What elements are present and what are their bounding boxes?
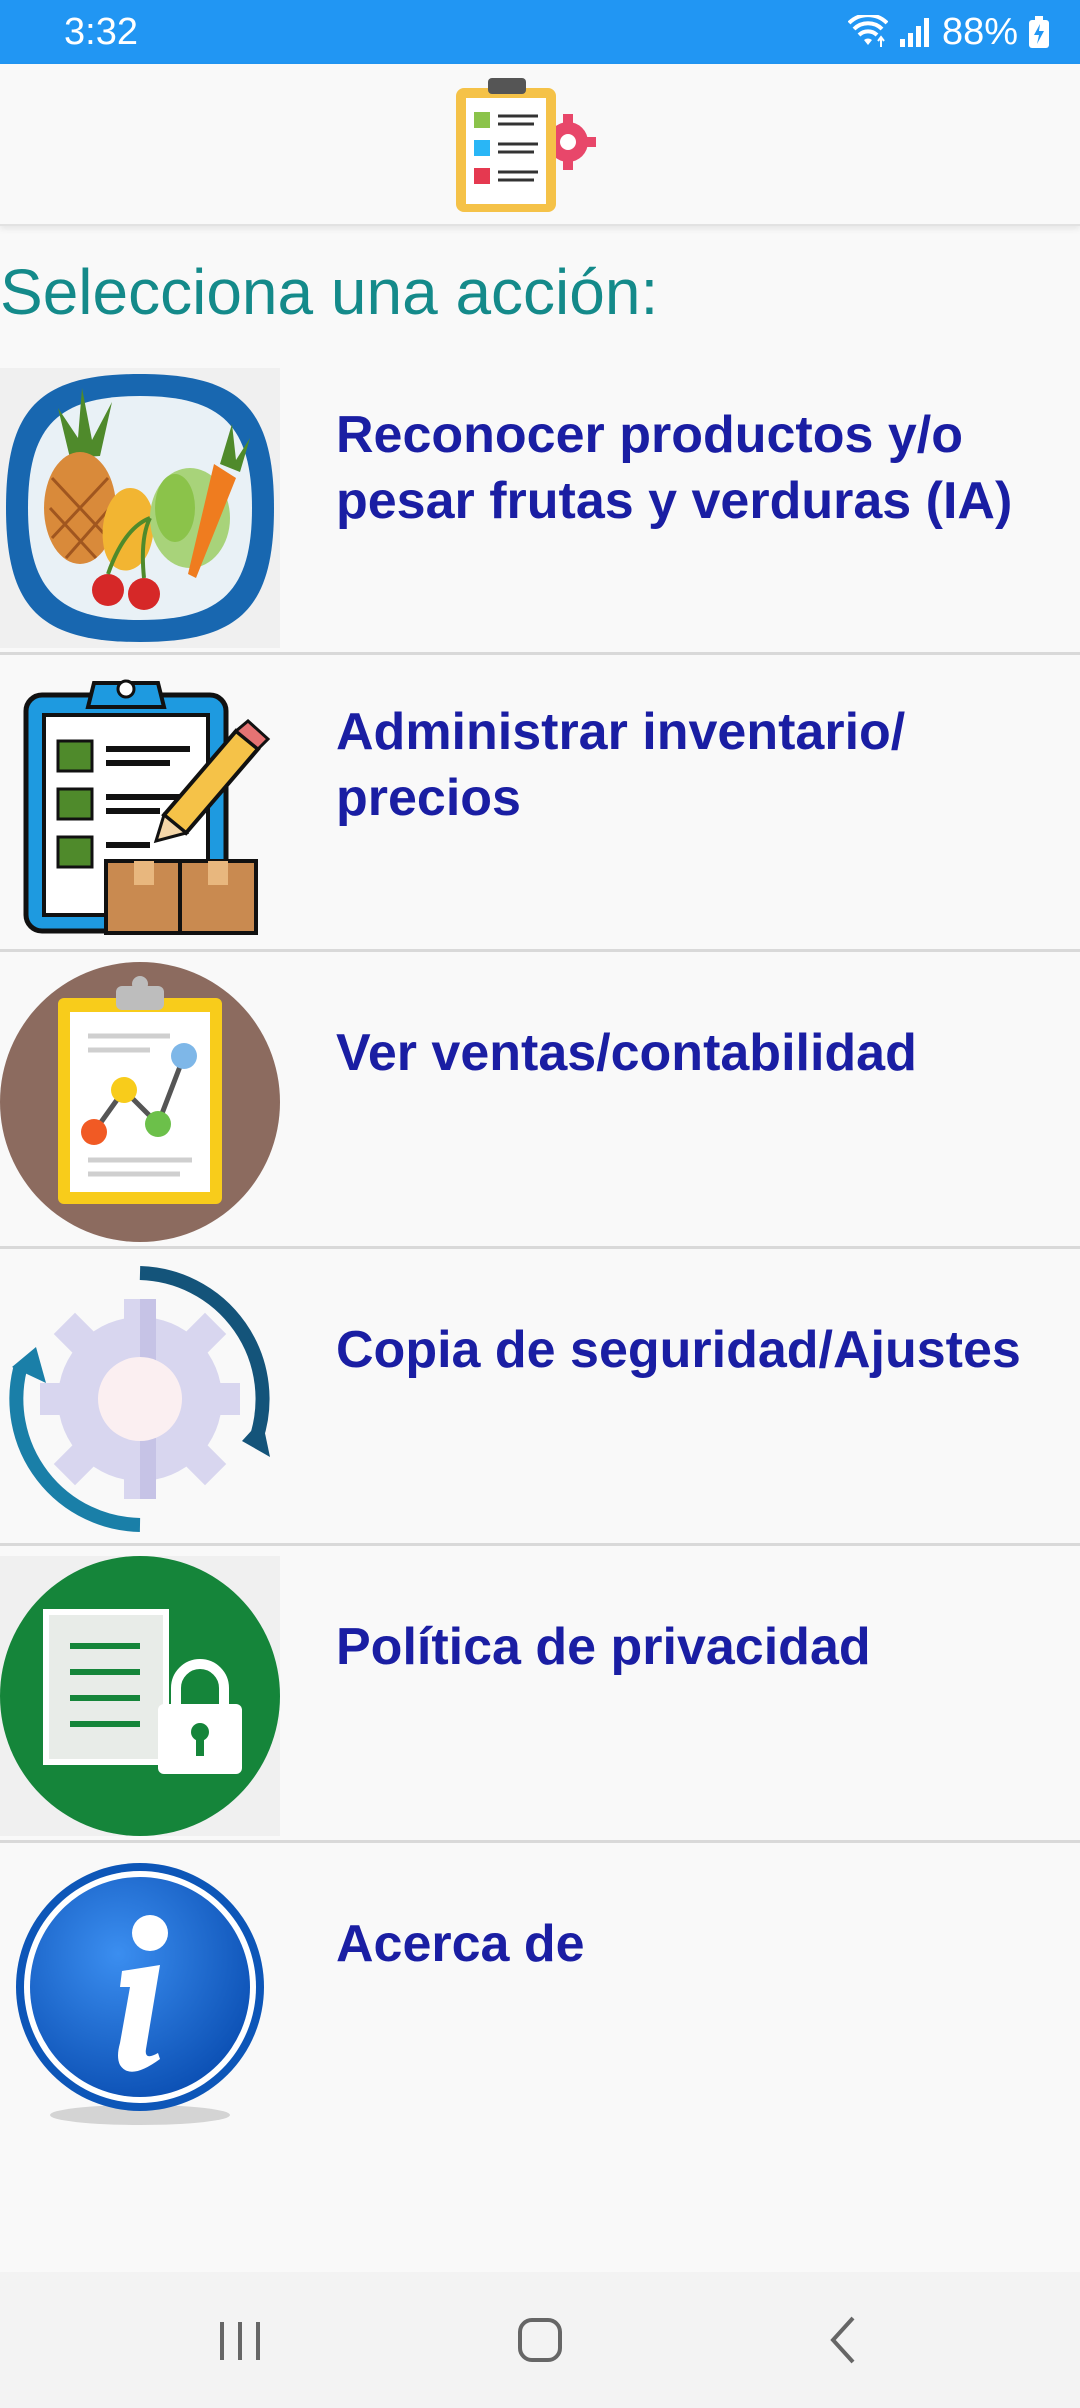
privacy-lock-icon (0, 1556, 280, 1836)
menu-item-sales[interactable]: Ver ventas/contabilidad (0, 952, 1080, 1249)
status-bar: 3:32 88% (0, 0, 1080, 64)
backup-settings-icon (9, 1266, 270, 1532)
menu-item-label: Política de privacidad (336, 1618, 871, 1676)
sales-chart-icon (0, 962, 280, 1242)
battery-charging-icon (1029, 16, 1049, 48)
menu-item-label: Administrar inventario/ precios (336, 703, 906, 827)
back-button[interactable] (795, 2300, 895, 2380)
action-menu: Reconocer productos y/o pesar frutas y v… (0, 358, 1080, 2140)
menu-item-label: Ver ventas/contabilidad (336, 1024, 917, 1082)
menu-item-backup-settings[interactable]: Copia de seguridad/Ajustes (0, 1249, 1080, 1546)
checklist-gear-icon (456, 78, 596, 212)
system-nav-bar (0, 2272, 1080, 2408)
menu-item-privacy-policy[interactable]: Política de privacidad (0, 1546, 1080, 1843)
signal-icon (899, 18, 929, 47)
page-title: Selecciona una acción: (0, 256, 659, 328)
home-button[interactable] (490, 2300, 590, 2380)
fruits-vegetables-icon (0, 368, 280, 648)
menu-item-inventory[interactable]: Administrar inventario/ precios (0, 655, 1080, 952)
menu-item-recognize-products[interactable]: Reconocer productos y/o pesar frutas y v… (0, 358, 1080, 655)
menu-item-about[interactable]: Acerca de (0, 1843, 1080, 2140)
inventory-clipboard-icon (23, 679, 271, 935)
menu-item-label: Reconocer productos y/o pesar frutas y v… (336, 406, 1013, 530)
recents-button[interactable] (190, 2300, 290, 2380)
status-time: 3:32 (64, 11, 138, 53)
app-bar (0, 64, 1080, 226)
menu-item-label: Acerca de (336, 1915, 585, 1973)
status-icons: 88% (847, 8, 1050, 56)
menu-item-label: Copia de seguridad/Ajustes (336, 1321, 1021, 1379)
battery-percent: 88% (941, 11, 1018, 53)
wifi-icon (847, 15, 888, 47)
info-icon (16, 1863, 264, 2125)
